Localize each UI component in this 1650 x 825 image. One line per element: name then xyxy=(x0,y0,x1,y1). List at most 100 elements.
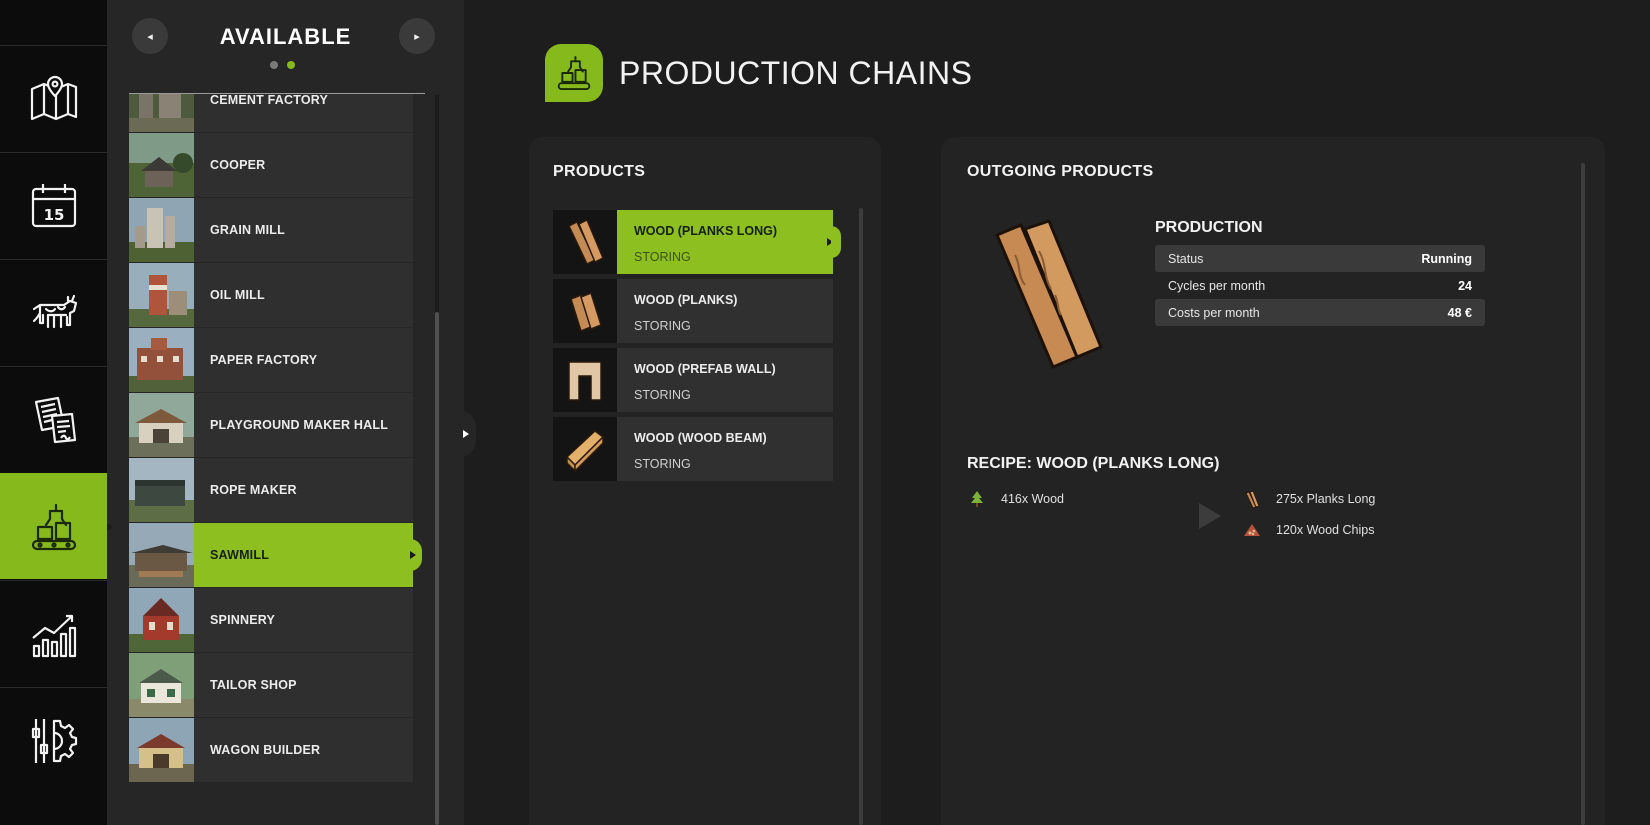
list-item[interactable]: CEMENT FACTORY xyxy=(129,94,413,132)
list-item[interactable]: PAPER FACTORY xyxy=(129,328,413,392)
list-item[interactable]: COOPER xyxy=(129,133,413,197)
tree-icon xyxy=(971,491,983,507)
list-item[interactable]: WAGON BUILDER xyxy=(129,718,413,782)
page-dot-2[interactable] xyxy=(287,61,295,69)
status-value: Running xyxy=(1421,252,1472,266)
production-icon xyxy=(31,503,76,550)
woodchips-icon xyxy=(1244,524,1260,536)
calendar-icon: 15 xyxy=(31,183,76,227)
product-name: WOOD (PREFAB WALL) xyxy=(634,362,776,376)
recipe-title: RECIPE: WOOD (PLANKS LONG) xyxy=(967,455,1220,472)
product-status: STORING xyxy=(634,250,691,264)
production-name: COOPER xyxy=(210,158,266,172)
costs-label: Costs per month xyxy=(1168,306,1260,320)
statistics-icon xyxy=(31,614,76,657)
planks-long-image xyxy=(995,219,1103,369)
product-name: WOOD (PLANKS LONG) xyxy=(634,224,778,238)
production-name: ROPE MAKER xyxy=(210,483,297,497)
product-item[interactable]: WOOD (PREFAB WALL) STORING xyxy=(553,348,833,412)
production-name: PLAYGROUND MAKER HALL xyxy=(210,418,389,432)
spinnery-thumbnail xyxy=(129,588,194,652)
planks-icon xyxy=(570,292,602,332)
contracts-icon xyxy=(34,396,76,443)
list-item[interactable]: OIL MILL xyxy=(129,263,413,327)
product-name: WOOD (PLANKS) xyxy=(634,293,738,307)
production-title: PRODUCTION xyxy=(1155,219,1263,236)
cow-icon xyxy=(32,294,77,328)
menu-animals[interactable] xyxy=(0,259,107,365)
page-title: PRODUCTION CHAINS xyxy=(619,55,973,91)
next-page-button[interactable]: ▸ xyxy=(399,18,435,54)
sawmill-thumbnail xyxy=(129,523,194,587)
collapse-list-button[interactable] xyxy=(458,410,476,458)
production-icon xyxy=(557,55,591,91)
recipe-arrow-icon xyxy=(1199,503,1221,529)
list-scrollbar-thumb[interactable] xyxy=(435,312,439,825)
oil-mill-thumbnail xyxy=(129,263,194,327)
list-item[interactable]: SPINNERY xyxy=(129,588,413,652)
product-thumbnail xyxy=(553,417,617,481)
production-name: OIL MILL xyxy=(210,288,265,302)
outgoing-title: OUTGOING PRODUCTS xyxy=(967,163,1154,180)
product-item[interactable]: WOOD (PLANKS) STORING xyxy=(553,279,833,343)
grain-mill-thumbnail xyxy=(129,198,194,262)
arrow-right-icon xyxy=(463,430,469,438)
cycles-label: Cycles per month xyxy=(1168,279,1266,293)
list-item[interactable]: PLAYGROUND MAKER HALL xyxy=(129,393,413,457)
production-name: CEMENT FACTORY xyxy=(210,94,329,107)
cycles-row: Cycles per month 24 xyxy=(1155,272,1485,299)
menu-calendar[interactable]: 15 xyxy=(0,152,107,258)
page-dot-1[interactable] xyxy=(270,61,278,69)
recipe-output: 120x Wood Chips xyxy=(1276,523,1375,537)
prefab-wall-icon xyxy=(568,361,602,401)
costs-value: 48 € xyxy=(1447,306,1472,320)
cycles-value: 24 xyxy=(1458,279,1472,293)
product-item-selected[interactable]: WOOD (PLANKS LONG) STORING xyxy=(553,210,841,274)
cooper-thumbnail xyxy=(129,133,194,197)
planks-icon xyxy=(1245,490,1260,509)
production-name: SAWMILL xyxy=(210,548,270,562)
status-row: Status Running xyxy=(1155,245,1485,272)
product-item[interactable]: WOOD (WOOD BEAM) STORING xyxy=(553,417,833,481)
selected-arrow-icon xyxy=(827,238,833,246)
menu-contracts[interactable] xyxy=(0,366,107,472)
map-icon xyxy=(30,75,77,120)
wagon-builder-thumbnail xyxy=(129,718,194,782)
list-item-selected[interactable]: SAWMILL xyxy=(129,523,422,587)
products-scrollbar[interactable] xyxy=(859,208,863,825)
product-status: STORING xyxy=(634,319,691,333)
chevron-right-icon: ▸ xyxy=(414,30,420,43)
production-name: PAPER FACTORY xyxy=(210,353,318,367)
recipe-input: 416x Wood xyxy=(1001,492,1065,506)
products-title: PRODUCTS xyxy=(553,163,646,180)
production-name: GRAIN MILL xyxy=(210,223,285,237)
tailor-shop-thumbnail xyxy=(129,653,194,717)
calendar-day-text: 15 xyxy=(43,206,64,224)
selected-arrow-icon xyxy=(410,551,416,559)
costs-row: Costs per month 48 € xyxy=(1155,299,1485,326)
menu-statistics[interactable] xyxy=(0,580,107,686)
product-thumbnail xyxy=(553,279,617,343)
settings-icon xyxy=(31,718,77,763)
product-thumbnail xyxy=(553,348,617,412)
production-name: TAILOR SHOP xyxy=(210,678,297,692)
playground-maker-hall-thumbnail xyxy=(129,393,194,457)
planks-long-icon xyxy=(568,218,604,266)
wood-beam-icon xyxy=(565,430,605,473)
product-thumbnail xyxy=(553,210,617,274)
list-item[interactable]: ROPE MAKER xyxy=(129,458,413,522)
product-status: STORING xyxy=(634,388,691,402)
menu-settings[interactable] xyxy=(0,687,107,793)
list-item[interactable]: TAILOR SHOP xyxy=(129,653,413,717)
outgoing-scrollbar[interactable] xyxy=(1581,163,1585,825)
production-list-panel: ◂ AVAILABLE ▸ CEMENT FACTORY COOPER GRAI… xyxy=(107,0,464,825)
list-item[interactable]: GRAIN MILL xyxy=(129,198,413,262)
menu-map[interactable] xyxy=(0,45,107,151)
status-label: Status xyxy=(1168,252,1204,266)
production-name: WAGON BUILDER xyxy=(210,743,321,757)
active-indicator-icon xyxy=(107,523,113,531)
cement-factory-thumbnail xyxy=(129,94,194,132)
menu-production[interactable] xyxy=(0,473,120,579)
production-name: SPINNERY xyxy=(210,613,276,627)
list-header: ◂ AVAILABLE ▸ xyxy=(107,0,464,100)
